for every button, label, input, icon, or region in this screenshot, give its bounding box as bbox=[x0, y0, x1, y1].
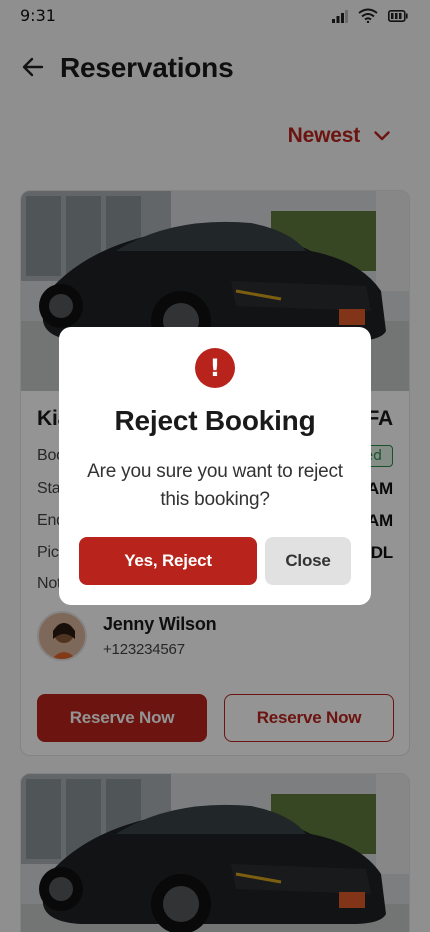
close-button[interactable]: Close bbox=[265, 537, 351, 585]
alert-icon: ! bbox=[195, 348, 235, 388]
yes-reject-button[interactable]: Yes, Reject bbox=[79, 537, 257, 585]
dialog-title: Reject Booking bbox=[114, 405, 316, 436]
reject-booking-dialog: ! Reject Booking Are you sure you want t… bbox=[59, 327, 371, 605]
dialog-message: Are you sure you want to reject this boo… bbox=[87, 461, 343, 510]
